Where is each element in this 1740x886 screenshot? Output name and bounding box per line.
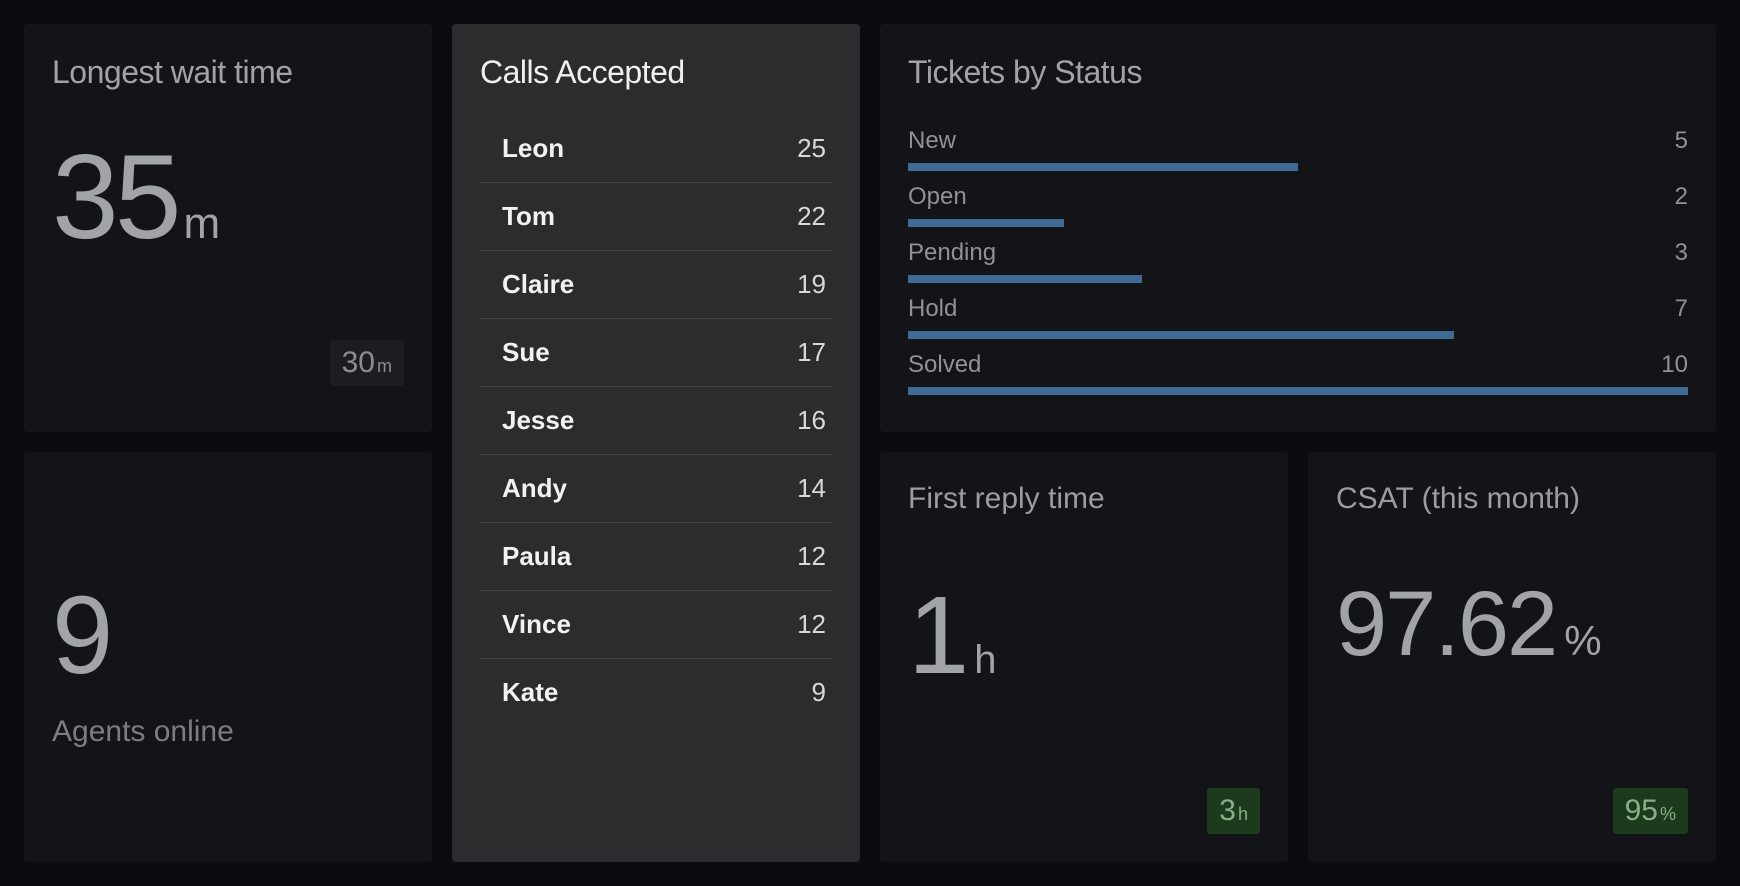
bar-header: Hold 7 bbox=[908, 295, 1688, 323]
metric-number: 1 bbox=[908, 572, 966, 699]
agent-name: Kate bbox=[480, 677, 558, 708]
card-title: Calls Accepted bbox=[480, 54, 832, 91]
card-title: Tickets by Status bbox=[908, 54, 1688, 91]
dashboard-grid: Longest wait time 35 m 30 m Calls Accept… bbox=[0, 0, 1740, 886]
bar-header: Pending 3 bbox=[908, 239, 1688, 267]
bottom-right-group: First reply time 1 h 3 h CSAT (this mont… bbox=[880, 452, 1716, 862]
bar-label: Solved bbox=[908, 351, 981, 379]
agent-name: Tom bbox=[480, 201, 555, 232]
list-item: Tom 22 bbox=[480, 183, 832, 251]
bar-label: Pending bbox=[908, 239, 996, 267]
list-item: Kate 9 bbox=[480, 659, 832, 726]
agent-name: Claire bbox=[480, 269, 574, 300]
badge-unit: m bbox=[377, 356, 392, 377]
calls-accepted-list: Leon 25 Tom 22 Claire 19 Sue 17 Jesse 16 Andy 14 Pau… bbox=[480, 115, 832, 726]
calls-accepted-card: Calls Accepted Leon 25 Tom 22 Claire 19 Sue 17 J… bbox=[452, 24, 860, 862]
metric-number: 35 bbox=[52, 137, 177, 257]
metric-unit: h bbox=[974, 638, 996, 683]
agents-online-label: Agents online bbox=[52, 715, 404, 749]
agent-value: 14 bbox=[797, 473, 832, 504]
metric-number: 97.62 bbox=[1336, 572, 1556, 677]
tickets-by-status-card: Tickets by Status New 5 Open 2 Pending 3 Hold 7… bbox=[880, 24, 1716, 432]
bar-track bbox=[908, 387, 1688, 395]
bar-track bbox=[908, 275, 1688, 283]
agents-online-card: 9 Agents online bbox=[24, 452, 432, 862]
first-reply-card: First reply time 1 h 3 h bbox=[880, 452, 1288, 862]
list-item: Claire 19 bbox=[480, 251, 832, 319]
csat-value: 97.62 % bbox=[1336, 572, 1688, 677]
card-title: CSAT (this month) bbox=[1336, 482, 1688, 516]
list-item: Sue 17 bbox=[480, 319, 832, 387]
bar-fill bbox=[908, 219, 1064, 227]
badge-unit: % bbox=[1660, 804, 1676, 825]
bar-label: Hold bbox=[908, 295, 957, 323]
agent-value: 12 bbox=[797, 609, 832, 640]
agent-name: Sue bbox=[480, 337, 550, 368]
metric-unit: % bbox=[1564, 617, 1601, 665]
bar-value: 2 bbox=[1675, 183, 1688, 211]
bar-fill bbox=[908, 163, 1298, 171]
metric-unit: m bbox=[183, 199, 220, 249]
bar-header: Open 2 bbox=[908, 183, 1688, 211]
bar-track bbox=[908, 163, 1688, 171]
target-badge: 3 h bbox=[1207, 788, 1260, 834]
bar-fill bbox=[908, 331, 1454, 339]
bar-fill bbox=[908, 275, 1142, 283]
agent-value: 19 bbox=[797, 269, 832, 300]
list-item: Andy 14 bbox=[480, 455, 832, 523]
list-item: Jesse 16 bbox=[480, 387, 832, 455]
bar-value: 3 bbox=[1675, 239, 1688, 267]
agents-online-number: 9 bbox=[52, 572, 404, 699]
badge-number: 3 bbox=[1219, 794, 1236, 828]
agent-value: 12 bbox=[797, 541, 832, 572]
agent-value: 16 bbox=[797, 405, 832, 436]
agent-value: 25 bbox=[797, 133, 832, 164]
agent-name: Jesse bbox=[480, 405, 574, 436]
agent-name: Vince bbox=[480, 609, 571, 640]
bar-row: New 5 bbox=[908, 127, 1688, 171]
bar-row: Open 2 bbox=[908, 183, 1688, 227]
bar-header: New 5 bbox=[908, 127, 1688, 155]
agent-value: 22 bbox=[797, 201, 832, 232]
bar-row: Solved 10 bbox=[908, 351, 1688, 395]
target-badge: 30 m bbox=[330, 340, 404, 386]
agent-name: Leon bbox=[480, 133, 564, 164]
list-item: Leon 25 bbox=[480, 115, 832, 183]
first-reply-value: 1 h bbox=[908, 572, 1260, 699]
badge-number: 30 bbox=[342, 346, 375, 380]
bar-track bbox=[908, 219, 1688, 227]
bar-value: 7 bbox=[1675, 295, 1688, 323]
agent-name: Paula bbox=[480, 541, 571, 572]
target-badge: 95 % bbox=[1613, 788, 1688, 834]
agent-name: Andy bbox=[480, 473, 567, 504]
longest-wait-card: Longest wait time 35 m 30 m bbox=[24, 24, 432, 432]
card-title: Longest wait time bbox=[52, 54, 404, 91]
bar-value: 10 bbox=[1661, 351, 1688, 379]
longest-wait-value: 35 m bbox=[52, 137, 404, 257]
bar-fill bbox=[908, 387, 1688, 395]
csat-card: CSAT (this month) 97.62 % 95 % bbox=[1308, 452, 1716, 862]
badge-unit: h bbox=[1238, 804, 1248, 825]
list-item: Paula 12 bbox=[480, 523, 832, 591]
list-item: Vince 12 bbox=[480, 591, 832, 659]
status-bars: New 5 Open 2 Pending 3 Hold 7 Solved 10 bbox=[908, 127, 1688, 395]
agent-value: 9 bbox=[812, 677, 832, 708]
card-title: First reply time bbox=[908, 482, 1260, 516]
bar-track bbox=[908, 331, 1688, 339]
agent-value: 17 bbox=[797, 337, 832, 368]
bar-header: Solved 10 bbox=[908, 351, 1688, 379]
bar-label: New bbox=[908, 127, 956, 155]
bar-row: Hold 7 bbox=[908, 295, 1688, 339]
bar-value: 5 bbox=[1675, 127, 1688, 155]
bar-label: Open bbox=[908, 183, 967, 211]
bar-row: Pending 3 bbox=[908, 239, 1688, 283]
badge-number: 95 bbox=[1625, 794, 1658, 828]
